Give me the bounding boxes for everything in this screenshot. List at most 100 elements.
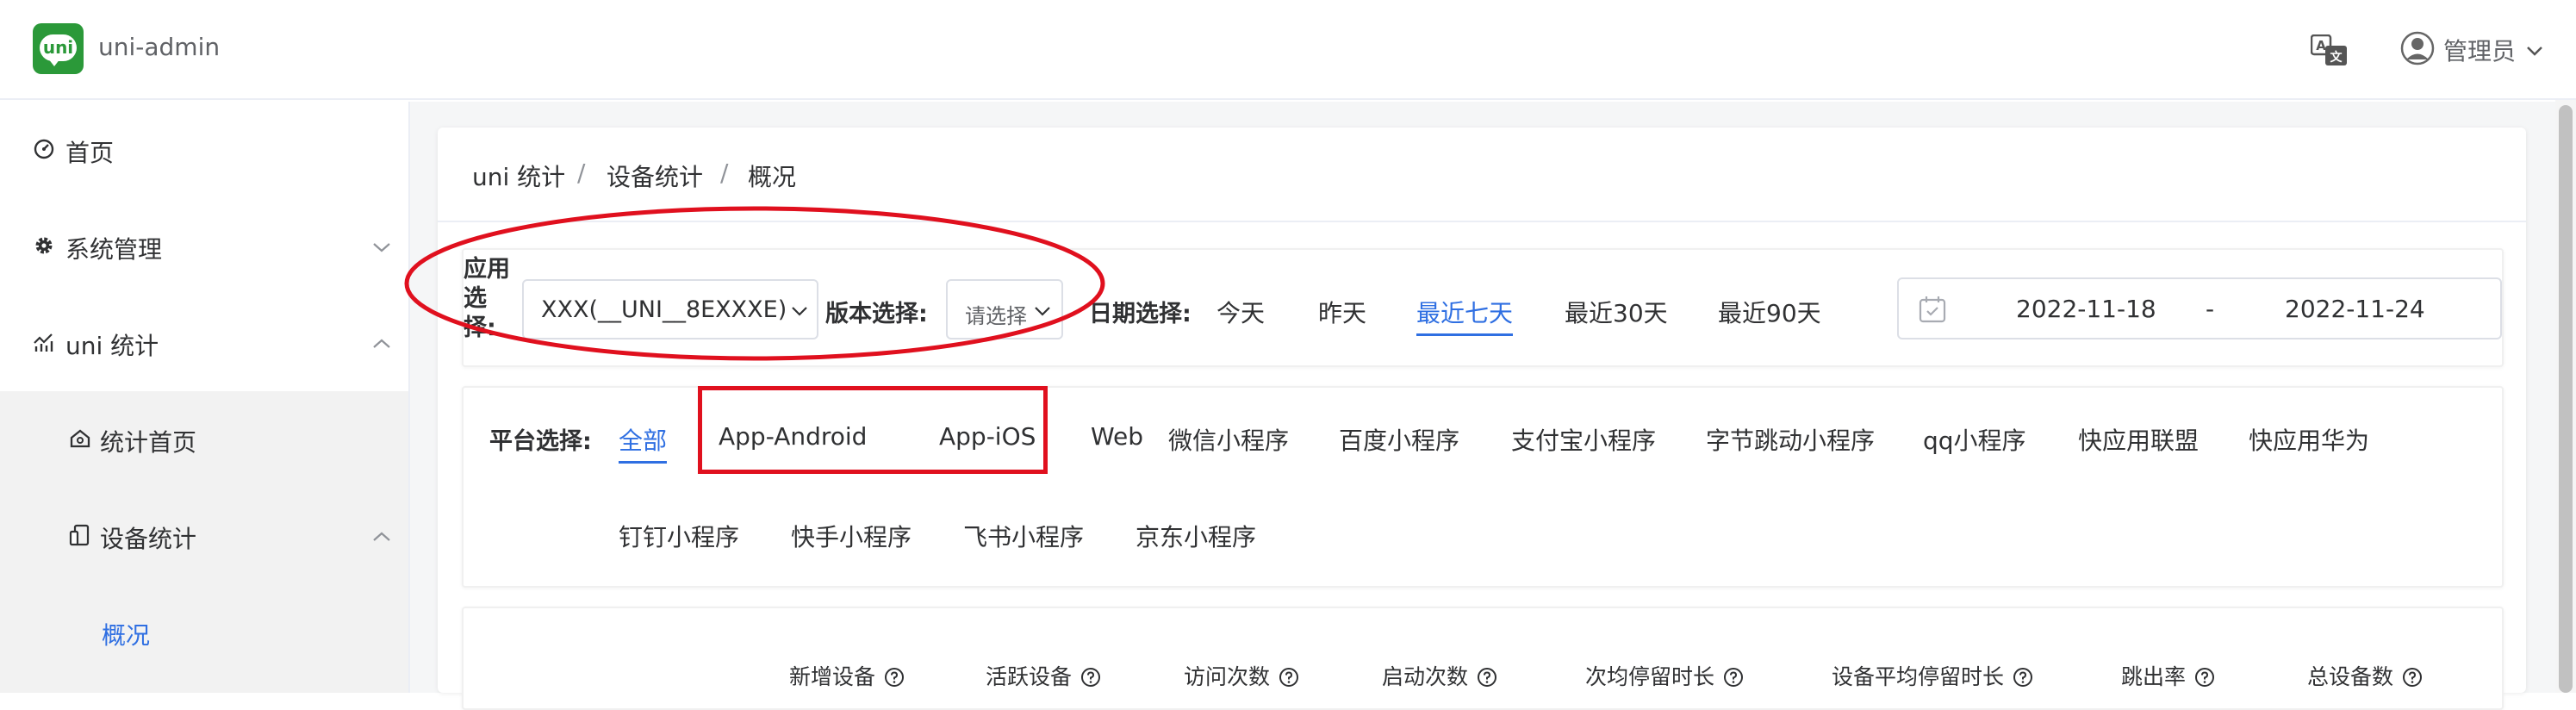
date-start-input[interactable]: 2022-11-18 (2016, 295, 2156, 323)
metric-label: 跳出率 (2121, 664, 2187, 689)
user-name[interactable]: 管理员 (2443, 33, 2516, 67)
question-circle-icon[interactable] (1723, 667, 1744, 688)
question-circle-icon[interactable] (2402, 667, 2423, 688)
sidebar: 首页 系统管理 uni 统计 统计首页 设备统计 概况 (0, 102, 410, 693)
platform-option-app-android[interactable]: App-Android (719, 422, 867, 451)
version-select-label: 版本选择: (825, 301, 928, 327)
metric-label: 次均停留时长 (1585, 664, 1715, 689)
question-circle-icon[interactable] (1477, 667, 1497, 688)
sidebar-item-home[interactable]: 首页 (0, 102, 408, 198)
date-select-label: 日期选择: (1089, 301, 1192, 327)
chevron-up-icon (373, 339, 390, 348)
platform-option-quickapp-alliance[interactable]: 快应用联盟 (2078, 422, 2199, 457)
chevron-down-icon (373, 243, 390, 252)
metric-label: 启动次数 (1382, 664, 1469, 689)
platform-option-dingtalk[interactable]: 钉钉小程序 (619, 519, 739, 553)
main-card: uni 统计 / 设备统计 / 概况 应用选择: XXX(__UNI__8EXX… (438, 128, 2526, 710)
dashboard-icon (34, 139, 54, 159)
sidebar-item-label: 设备统计 (100, 525, 197, 553)
platform-option-jd[interactable]: 京东小程序 (1136, 519, 1256, 553)
platform-option-all[interactable]: 全部 (619, 422, 668, 464)
logo-bubble: uni (40, 34, 77, 61)
platform-option-alipay[interactable]: 支付宝小程序 (1511, 422, 1656, 457)
sidebar-item-device-stats[interactable]: 设备统计 (0, 488, 408, 584)
date-range-picker[interactable]: 2022-11-18 - 2022-11-24 (1897, 277, 2502, 339)
filter-panel: 应用选择: XXX(__UNI__8EXXXE) 版本选择: 请选择 日期选择:… (462, 248, 2504, 367)
question-circle-icon[interactable] (1080, 667, 1101, 688)
question-circle-icon[interactable] (2013, 667, 2033, 688)
metric-header-visits: 访问次数 (1184, 660, 1299, 691)
metric-header-total-devices: 总设备数 (2307, 660, 2423, 691)
uni-logo[interactable]: uni (33, 23, 84, 74)
stats-icon (34, 333, 53, 352)
date-option-last-7-days[interactable]: 最近七天 (1416, 295, 1514, 336)
svg-text:文: 文 (2330, 50, 2343, 65)
home-icon (70, 429, 90, 448)
metric-label: 设备平均停留时长 (1832, 664, 2005, 689)
sidebar-item-label: 首页 (65, 139, 115, 167)
metrics-panel: 新增设备 活跃设备 访问次数 启动次数 次均停留时长 设备平均停留时长 跳出率 … (462, 607, 2504, 710)
platform-option-app-ios[interactable]: App-iOS (939, 422, 1036, 451)
platform-option-qq[interactable]: qq小程序 (1923, 422, 2026, 457)
platform-panel: 平台选择: 全部 App-Android App-iOS Web 微信小程序 百… (462, 386, 2504, 588)
platform-option-kuaishou[interactable]: 快手小程序 (791, 519, 912, 553)
breadcrumb-item[interactable]: 设备统计 (607, 159, 703, 193)
metric-header-avg-stay-per-device: 设备平均停留时长 (1832, 660, 2033, 691)
device-icon (69, 524, 90, 546)
platform-option-baidu[interactable]: 百度小程序 (1339, 422, 1459, 457)
sidebar-item-overview[interactable]: 概况 (0, 584, 408, 693)
question-circle-icon[interactable] (2194, 667, 2215, 688)
sidebar-item-label: 概况 (102, 621, 151, 650)
logo-bubble-tail (48, 59, 60, 66)
platform-option-bytedance[interactable]: 字节跳动小程序 (1706, 422, 1875, 457)
date-end-input[interactable]: 2022-11-24 (2285, 295, 2425, 323)
metric-label: 活跃设备 (986, 664, 1073, 689)
app-select-label: 应用选择: (464, 256, 510, 341)
date-option-today[interactable]: 今天 (1216, 295, 1265, 329)
breadcrumb-item: 概况 (748, 163, 797, 191)
chevron-up-icon (373, 532, 390, 541)
translate-icon[interactable]: A 文 (2311, 34, 2349, 67)
app-select-value: XXX(__UNI__8EXXXE) (541, 296, 787, 323)
breadcrumb-separator: / (577, 159, 586, 187)
platform-select-label: 平台选择: (489, 428, 592, 455)
metric-label: 访问次数 (1184, 664, 1271, 689)
metric-header-new-devices: 新增设备 (789, 660, 905, 691)
sidebar-item-uni-stats[interactable]: uni 统计 (0, 295, 408, 391)
date-option-last-90-days[interactable]: 最近90天 (1718, 295, 1821, 329)
question-circle-icon[interactable] (884, 667, 905, 688)
question-circle-icon[interactable] (1279, 667, 1299, 688)
metric-header-bounce-rate: 跳出率 (2121, 660, 2215, 691)
gear-icon (35, 237, 53, 254)
date-range-separator: - (2206, 295, 2215, 323)
user-avatar-icon[interactable] (2400, 31, 2435, 65)
version-select-placeholder: 请选择 (965, 304, 1027, 328)
metric-header-avg-stay-per-visit: 次均停留时长 (1585, 660, 1744, 691)
date-option-yesterday[interactable]: 昨天 (1318, 295, 1366, 329)
app-select[interactable]: XXX(__UNI__8EXXXE) (522, 279, 818, 339)
metric-header-active-devices: 活跃设备 (986, 660, 1101, 691)
svg-text:A: A (2316, 38, 2326, 53)
chevron-down-icon[interactable] (2526, 45, 2543, 57)
chevron-down-icon (792, 307, 807, 316)
breadcrumb-separator: / (720, 159, 729, 187)
sidebar-item-stats-home[interactable]: 统计首页 (0, 391, 408, 488)
platform-option-quickapp-huawei[interactable]: 快应用华为 (2249, 422, 2369, 457)
sidebar-item-system[interactable]: 系统管理 (0, 198, 408, 295)
chevron-down-icon (1035, 307, 1050, 316)
date-option-last-30-days[interactable]: 最近30天 (1565, 295, 1668, 329)
calendar-icon (1919, 296, 1946, 323)
breadcrumb: uni 统计 / 设备统计 / 概况 (438, 128, 2526, 222)
version-select[interactable]: 请选择 (946, 279, 1063, 339)
scrollbar-thumb[interactable] (2559, 105, 2573, 693)
top-bar: uni uni-admin A 文 管理员 (0, 0, 2576, 100)
app-title[interactable]: uni-admin (98, 33, 220, 61)
sidebar-item-label: 统计首页 (100, 428, 197, 457)
metric-header-launches: 启动次数 (1382, 660, 1497, 691)
platform-option-web[interactable]: Web (1091, 422, 1143, 451)
metric-label: 新增设备 (789, 664, 876, 689)
platform-option-feishu[interactable]: 飞书小程序 (963, 519, 1084, 553)
platform-option-wechat[interactable]: 微信小程序 (1168, 422, 1289, 457)
breadcrumb-item[interactable]: uni 统计 (472, 159, 565, 193)
sidebar-item-label: uni 统计 (65, 332, 159, 360)
